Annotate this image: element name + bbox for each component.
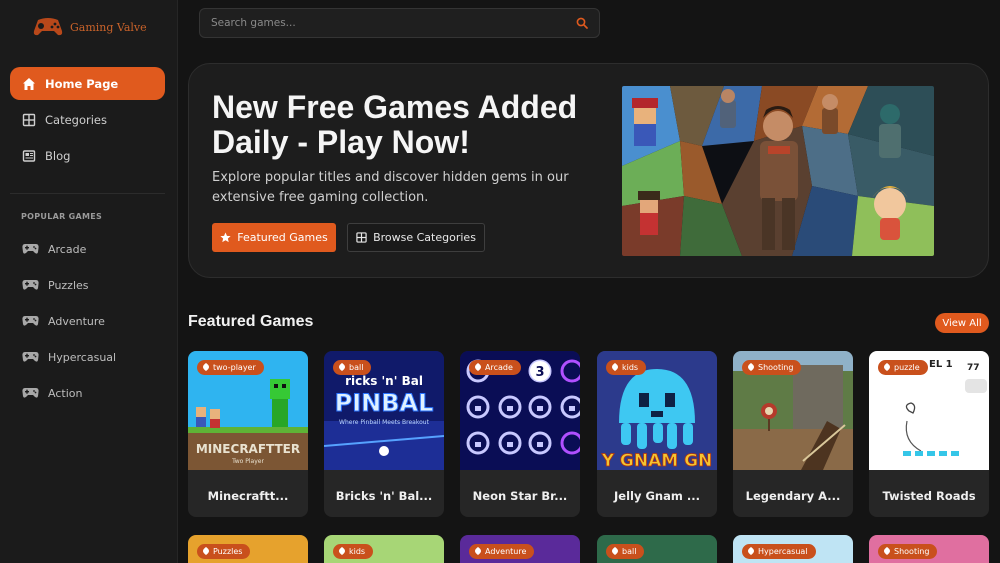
twisted-score-text: 77 bbox=[967, 363, 980, 373]
brand-name: Gaming Valve bbox=[70, 20, 147, 34]
hero-title: New Free Games Added Daily - Play Now! bbox=[212, 89, 578, 160]
game-tag[interactable]: puzzle bbox=[878, 360, 928, 375]
hero-description: Explore popular titles and discover hidd… bbox=[212, 170, 569, 205]
home-icon bbox=[23, 77, 35, 90]
popular-item-label: Puzzles bbox=[48, 278, 89, 292]
main-nav: Home Page Categories Blog bbox=[10, 67, 165, 175]
featured-games-button[interactable]: Featured Games bbox=[212, 223, 336, 252]
game-card-row2[interactable]: Adventure bbox=[460, 535, 580, 563]
pinball-sub-text: Where Pinball Meets Breakout bbox=[339, 419, 430, 426]
popular-item-label: Hypercasual bbox=[48, 350, 117, 364]
star-icon bbox=[220, 232, 231, 243]
game-tag[interactable]: Shooting bbox=[878, 544, 938, 559]
twisted-level-text: EL 1 bbox=[929, 359, 953, 370]
game-title: Bricks 'n' Bal... bbox=[335, 489, 433, 503]
neon-number-text: 3 bbox=[535, 365, 544, 380]
game-card-row2[interactable]: Hypercasual bbox=[733, 535, 853, 563]
game-card-row2[interactable]: ball bbox=[597, 535, 717, 563]
brand-logo[interactable]: Gaming Valve bbox=[32, 16, 147, 38]
gamepad-icon bbox=[22, 352, 39, 362]
newspaper-icon bbox=[22, 149, 36, 162]
nav-item-blog[interactable]: Blog bbox=[10, 139, 165, 172]
sidebar-divider bbox=[10, 193, 165, 194]
game-tag[interactable]: Puzzles bbox=[197, 544, 251, 559]
game-tag[interactable]: Arcade bbox=[469, 360, 521, 375]
popular-item-arcade[interactable]: Arcade bbox=[10, 231, 165, 267]
sidebar: Gaming Valve Home Page Categories Blog P… bbox=[0, 0, 178, 563]
nav-item-label: Categories bbox=[45, 112, 107, 127]
game-title: Minecraftt... bbox=[207, 489, 289, 503]
game-card-legendary-archer[interactable]: Shooting Legendary A... bbox=[733, 351, 853, 517]
gamepad-logo-icon bbox=[33, 18, 63, 36]
nav-item-categories[interactable]: Categories bbox=[10, 103, 165, 136]
game-tag[interactable]: kids bbox=[606, 360, 647, 375]
search-input[interactable] bbox=[200, 9, 570, 37]
grid-icon bbox=[22, 113, 36, 126]
game-card-neon-star-breaker[interactable]: 3 Arcade Neon Star Br... bbox=[460, 351, 580, 517]
popular-item-label: Arcade bbox=[48, 242, 87, 256]
game-card-twisted-roads[interactable]: EL 1 77 puzzle Twisted Roads bbox=[869, 351, 989, 517]
game-card-row2[interactable]: kids bbox=[324, 535, 444, 563]
game-tag[interactable]: Adventure bbox=[469, 544, 535, 559]
search-bar bbox=[199, 8, 600, 38]
game-tag[interactable]: two-player bbox=[197, 360, 264, 375]
nav-item-label: Blog bbox=[45, 148, 71, 163]
browse-categories-button-label: Browse Categories bbox=[373, 231, 476, 244]
game-title: Jelly Gnam ... bbox=[614, 489, 700, 503]
gamepad-icon bbox=[22, 316, 39, 326]
browse-categories-button[interactable]: Browse Categories bbox=[347, 223, 485, 252]
game-card-jelly-gnam[interactable]: Y GNAM GN kids Jelly Gnam ... bbox=[597, 351, 717, 517]
popular-item-hypercasual[interactable]: Hypercasual bbox=[10, 339, 165, 375]
featured-games-button-label: Featured Games bbox=[237, 231, 328, 244]
popular-item-label: Action bbox=[48, 386, 83, 400]
popular-games-list: Arcade Puzzles Adventure Hypercasual Act… bbox=[10, 231, 165, 411]
hero-game-collage-image bbox=[622, 86, 934, 256]
popular-item-adventure[interactable]: Adventure bbox=[10, 303, 165, 339]
featured-games-heading: Featured Games bbox=[188, 313, 314, 330]
game-tag[interactable]: kids bbox=[333, 544, 374, 559]
game-card-row2[interactable]: Shooting bbox=[869, 535, 989, 563]
popular-games-heading: POPULAR GAMES bbox=[21, 212, 103, 221]
gamepad-icon bbox=[22, 388, 39, 398]
search-icon[interactable] bbox=[576, 17, 588, 29]
popular-item-puzzles[interactable]: Puzzles bbox=[10, 267, 165, 303]
jelly-logo-text: Y GNAM GN bbox=[601, 451, 713, 470]
minecraftter-logo-text: MINECRAFTTER bbox=[196, 442, 300, 456]
popular-item-label: Adventure bbox=[48, 314, 105, 328]
view-all-button[interactable]: View All bbox=[935, 313, 989, 333]
nav-item-home[interactable]: Home Page bbox=[10, 67, 165, 100]
game-title: Twisted Roads bbox=[882, 489, 976, 503]
game-card-minecraftter[interactable]: MINECRAFTTER Two Player two-player Minec… bbox=[188, 351, 308, 517]
pinball-top-text: ricks 'n' Bal bbox=[345, 374, 423, 388]
popular-item-action[interactable]: Action bbox=[10, 375, 165, 411]
game-title: Neon Star Br... bbox=[472, 489, 568, 503]
game-tag[interactable]: ball bbox=[606, 544, 645, 559]
game-tag[interactable]: Hypercasual bbox=[742, 544, 816, 559]
hero-banner: New Free Games Added Daily - Play Now! E… bbox=[188, 63, 989, 278]
game-tag[interactable]: Shooting bbox=[742, 360, 802, 375]
game-card-bricks-n-balls[interactable]: ricks 'n' Bal PINBAL Where Pinball Meets… bbox=[324, 351, 444, 517]
minecraftter-sub-text: Two Player bbox=[231, 458, 264, 465]
nav-item-label: Home Page bbox=[45, 76, 119, 91]
grid-icon bbox=[356, 232, 367, 243]
game-card-row2[interactable]: Puzzles bbox=[188, 535, 308, 563]
gamepad-icon bbox=[22, 244, 39, 254]
game-title: Legendary A... bbox=[745, 489, 841, 503]
game-tag[interactable]: ball bbox=[333, 360, 372, 375]
pinball-big-text: PINBAL bbox=[335, 389, 434, 417]
gamepad-icon bbox=[22, 280, 39, 290]
